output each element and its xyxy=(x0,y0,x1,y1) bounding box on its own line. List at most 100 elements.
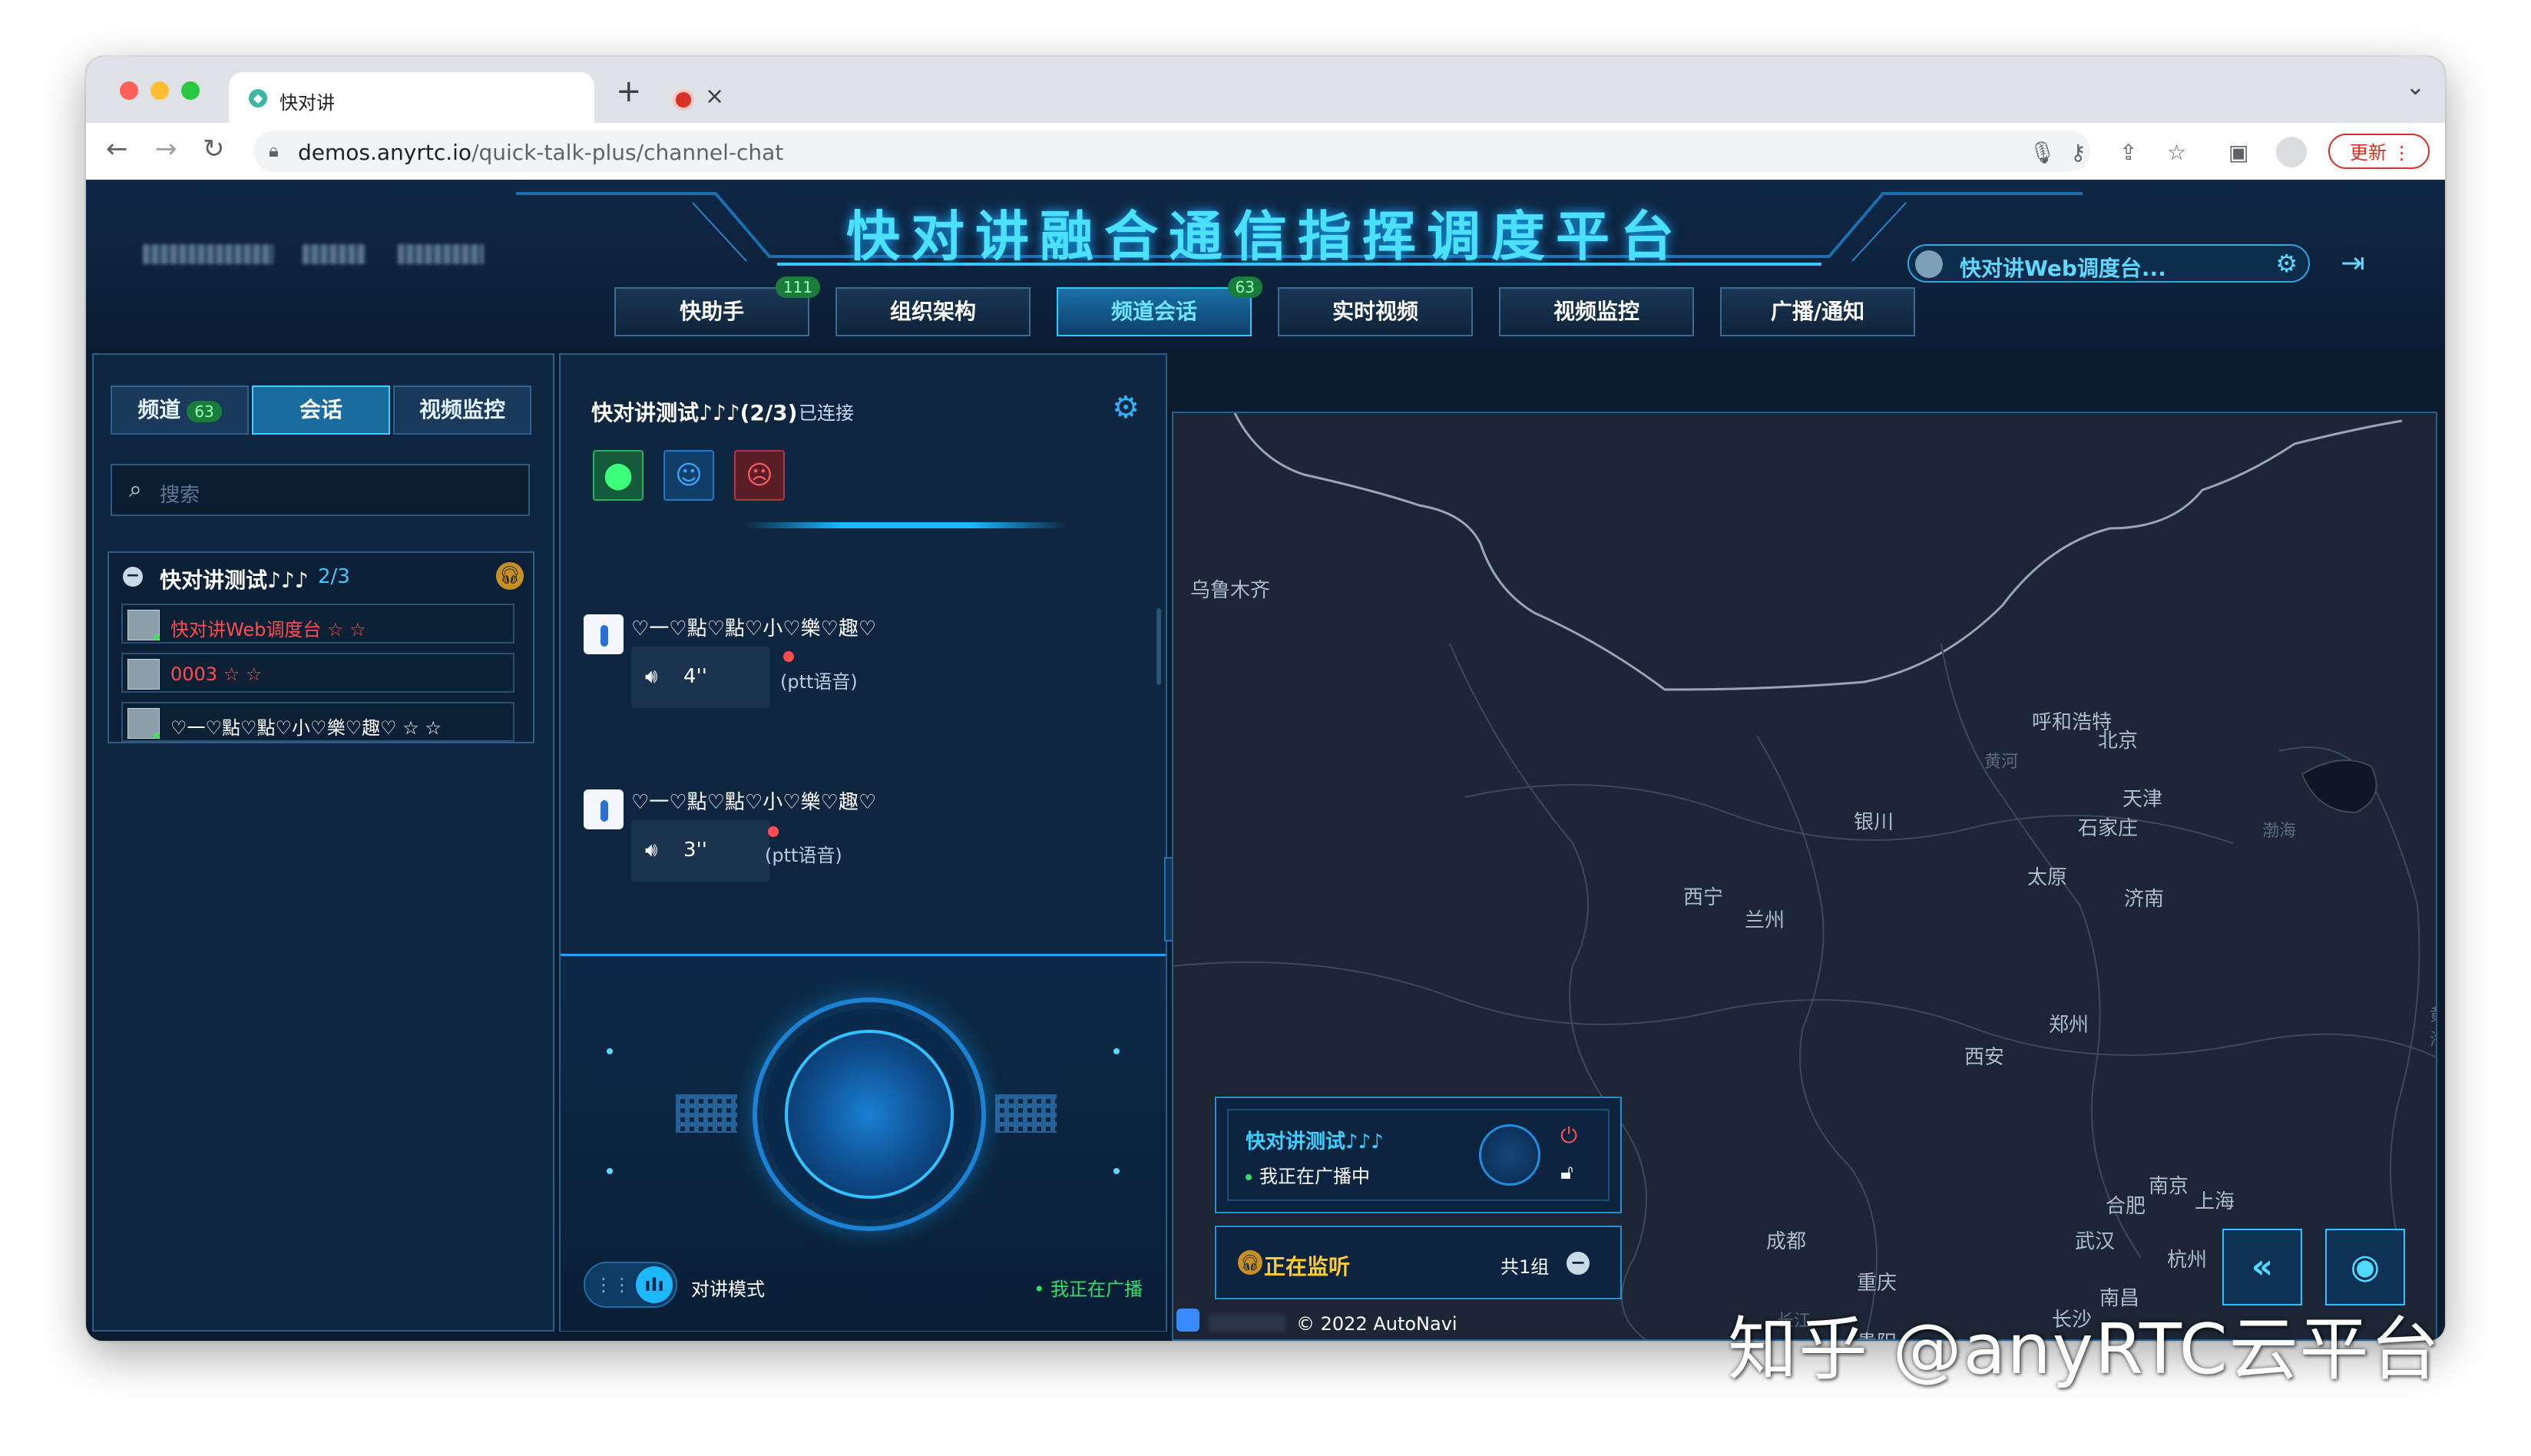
tab-label: 会话 xyxy=(299,397,342,422)
close-tab-icon[interactable]: × xyxy=(705,83,724,110)
member-avatar xyxy=(127,659,160,690)
forward-icon[interactable]: → xyxy=(155,134,177,164)
close-window-button[interactable] xyxy=(120,81,138,100)
back-icon[interactable]: ← xyxy=(106,134,128,164)
member-row[interactable]: 0003 ☆ ☆ xyxy=(121,653,514,693)
decor-dot xyxy=(1113,1168,1120,1174)
nav-label: 广播/通知 xyxy=(1770,299,1865,324)
map-city-label: 上海 xyxy=(2195,1190,2235,1213)
map-city-label: 重庆 xyxy=(1857,1272,1897,1295)
nav-label: 视频监控 xyxy=(1553,299,1639,324)
group-name: 快对讲测试♪♪♪ xyxy=(160,568,309,593)
share-icon[interactable]: ⇪ xyxy=(2119,140,2137,165)
chevron-down-icon[interactable]: ⌄ xyxy=(2406,74,2425,101)
browser-tab[interactable]: ◆ 快对讲 × xyxy=(229,72,724,123)
broadcast-status-label: 我正在广播中 xyxy=(1259,1166,1370,1187)
monitor-label: 正在监听 xyxy=(1264,1254,1351,1279)
user-name: 快对讲Web调度台... xyxy=(1960,256,2166,281)
collapse-icon[interactable]: − xyxy=(1567,1252,1590,1275)
blurred-weekday xyxy=(303,244,366,264)
maximize-window-button[interactable] xyxy=(181,81,200,100)
voice-duration: 3'' xyxy=(683,839,707,862)
minimize-window-button[interactable] xyxy=(151,81,169,100)
add-user-icon[interactable]: ☺ xyxy=(663,450,714,501)
watermark: 知乎 @anyRTC云平台 xyxy=(1728,1309,2441,1390)
reload-icon[interactable]: ↻ xyxy=(203,134,225,164)
keypad-icon: ⋮⋮ xyxy=(594,1274,631,1296)
group-count: 2/3 xyxy=(318,565,350,588)
mini-ptt-icon[interactable] xyxy=(1479,1124,1540,1186)
member-row[interactable]: ♡一♡點♡點♡小♡樂♡趣♡ ☆ ☆ xyxy=(121,702,514,742)
collapse-icon[interactable]: − xyxy=(123,567,143,587)
tab-title: 快对讲 xyxy=(280,92,335,114)
nav-live-video[interactable]: 实时视频 xyxy=(1278,287,1473,336)
gear-icon[interactable]: ⚙ xyxy=(1112,390,1140,425)
message-sender: ♡一♡點♡點♡小♡樂♡趣♡ xyxy=(631,617,877,640)
speaker-icon: 🔊︎ xyxy=(645,839,658,862)
talk-mode-toggle[interactable]: ⋮⋮ ıIı xyxy=(584,1262,677,1308)
nav-quick-assistant[interactable]: 快助手 111 xyxy=(614,276,820,336)
broadcast-channel-name: 快对讲测试♪♪♪ xyxy=(1246,1130,1384,1153)
nav-label: 组织架构 xyxy=(889,299,976,324)
divider-glow xyxy=(745,522,1067,528)
sidepanel-icon[interactable]: ▣ xyxy=(2228,140,2248,165)
nav-broadcast[interactable]: 广播/通知 xyxy=(1720,287,1915,336)
push-to-talk-core xyxy=(785,1030,954,1199)
tab-sessions[interactable]: 会话 xyxy=(252,386,390,435)
logout-icon[interactable]: ⇥ xyxy=(2341,246,2365,280)
map-city-label: 西安 xyxy=(1964,1046,2005,1069)
member-name: 0003 ☆ ☆ xyxy=(170,663,263,685)
member-row[interactable]: 快对讲Web调度台 ☆ ☆ xyxy=(121,604,514,644)
push-to-talk-button[interactable] xyxy=(763,1008,975,1220)
tab-video-monitor[interactable]: 视频监控 xyxy=(393,386,531,435)
update-button[interactable]: 更新 ⋮ xyxy=(2328,134,2430,169)
location-pin-icon[interactable]: ⬤ xyxy=(593,450,644,501)
nav-organization[interactable]: 组织架构 xyxy=(835,287,1031,336)
search-input[interactable]: ⌕ 搜索 xyxy=(111,464,530,516)
key-icon[interactable]: ⚷ xyxy=(2070,140,2086,165)
message-avatar xyxy=(584,789,624,829)
channel-group[interactable]: − 快对讲测试♪♪♪ 2/3 🎧︎ 快对讲Web调度台 ☆ ☆ 0003 ☆ ☆… xyxy=(108,551,534,743)
power-icon[interactable]: ⏻ xyxy=(1560,1123,1577,1149)
star-icon[interactable]: ☆ xyxy=(2167,140,2186,165)
map-feature-label: 黄海 xyxy=(2430,1001,2436,1051)
new-tab-icon[interactable]: + xyxy=(616,74,642,109)
message-avatar xyxy=(584,614,624,654)
map-city-label: 太原 xyxy=(2027,866,2068,889)
map-copyright: © 2022 AutoNavi xyxy=(1296,1313,1457,1335)
message-tag: (ptt语音) xyxy=(780,671,858,693)
address-bar[interactable]: 🔒︎ demos.anyrtc.io/quick-talk-plus/chann… xyxy=(253,131,2090,172)
nav-channel-chat[interactable]: 频道会话 63 xyxy=(1057,276,1262,336)
map-city-label: 西宁 xyxy=(1683,886,1724,909)
tab-label: 视频监控 xyxy=(419,397,505,422)
headphone-icon: 🎧︎ xyxy=(1238,1250,1262,1275)
microphone-icon[interactable]: 🎙︎ xyxy=(2029,140,2056,165)
user-dropdown[interactable]: 快对讲Web调度台... ⚙ xyxy=(1907,244,2310,283)
headphone-icon[interactable]: 🎧︎ xyxy=(496,562,524,590)
gear-icon[interactable]: ⚙ xyxy=(2275,249,2298,278)
nav-label: 频道会话 xyxy=(1110,299,1197,324)
monitor-count: 共1组 xyxy=(1500,1256,1550,1278)
broadcast-card[interactable]: 快对讲测试♪♪♪ 我正在广播中 ⏻ 🔓︎ xyxy=(1215,1097,1622,1213)
remove-user-icon[interactable]: ☹ xyxy=(734,450,785,501)
profile-avatar[interactable] xyxy=(2276,137,2307,167)
online-dot xyxy=(154,634,160,640)
favicon-icon: ◆ xyxy=(249,89,267,108)
map-city-label: 天津 xyxy=(2122,788,2163,811)
map-feature-label: 黄河 xyxy=(1984,753,2019,772)
nav-video-monitor[interactable]: 视频监控 xyxy=(1499,287,1694,336)
voice-message[interactable]: 🔊︎ 3'' xyxy=(631,820,769,882)
voice-message[interactable]: 🔊︎ 4'' xyxy=(631,647,769,708)
map-city-label: 郑州 xyxy=(2049,1014,2089,1037)
online-dot xyxy=(154,733,160,739)
url-path: /quick-talk-plus/channel-chat xyxy=(471,140,784,165)
blurred-time xyxy=(398,244,484,264)
decor-dot xyxy=(607,1048,613,1054)
scrollbar[interactable] xyxy=(1156,608,1161,685)
tab-badge: 63 xyxy=(187,401,222,422)
amap-logo-text xyxy=(1209,1315,1285,1332)
message-sender: ♡一♡點♡點♡小♡樂♡趣♡ xyxy=(631,791,877,814)
monitor-card[interactable]: 🎧︎ 正在监听 共1组 − xyxy=(1215,1226,1622,1299)
unlock-icon[interactable]: 🔓︎ xyxy=(1560,1161,1573,1185)
tab-channels[interactable]: 频道 63 xyxy=(111,386,249,435)
